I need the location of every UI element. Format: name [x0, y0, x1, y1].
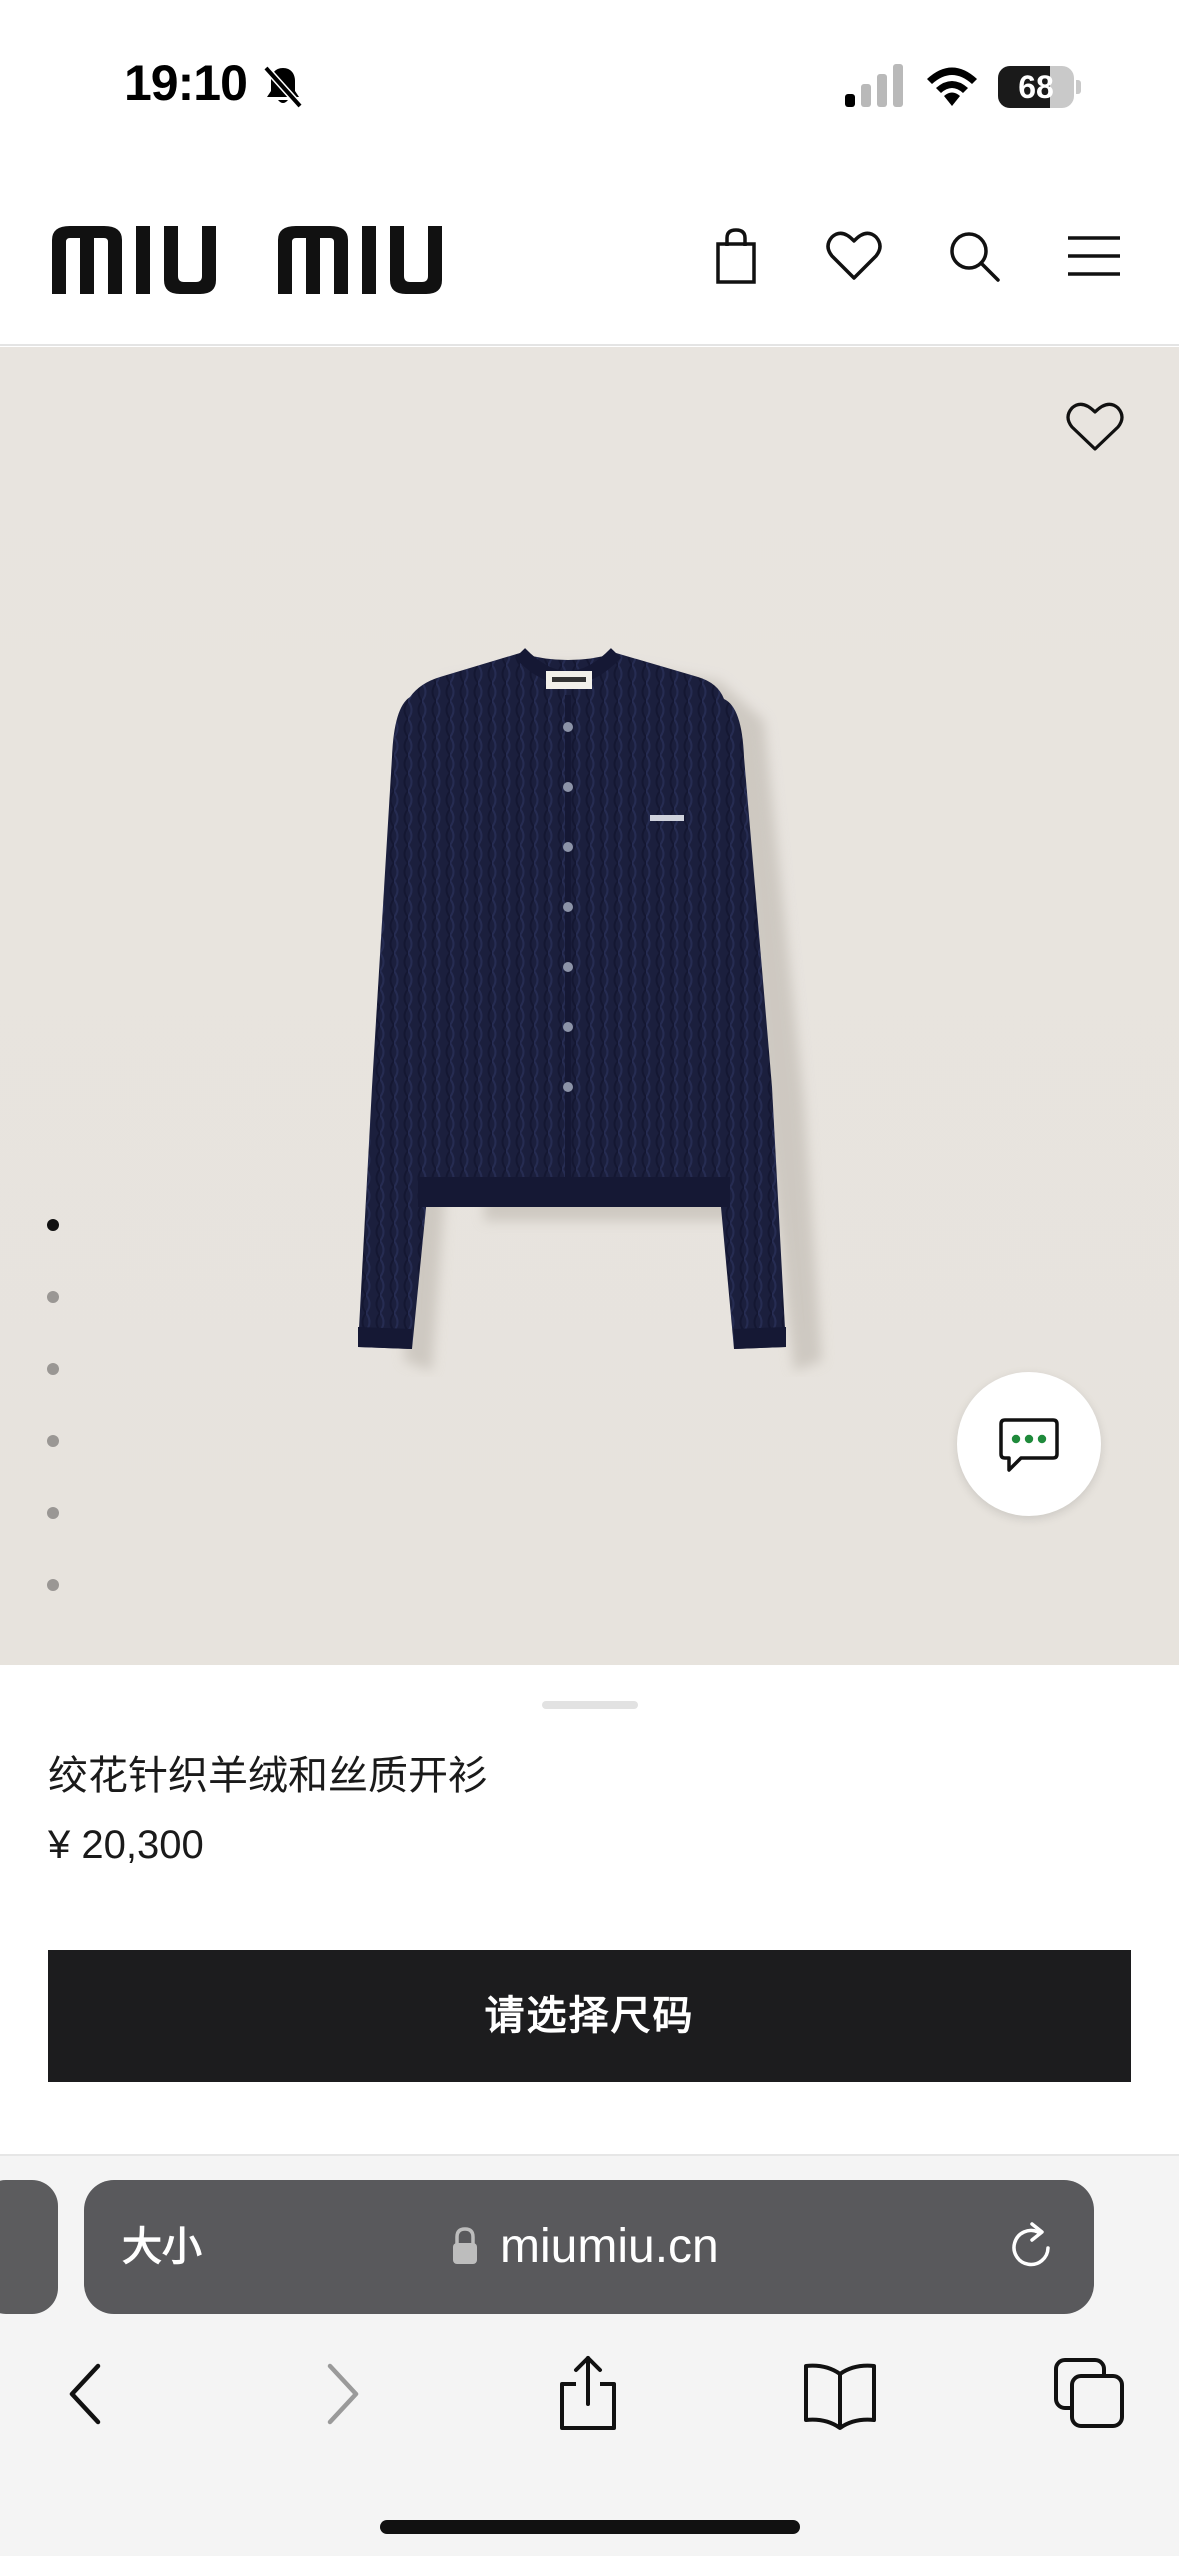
home-indicator	[380, 2520, 800, 2534]
text-size-button[interactable]: 大小	[122, 2180, 202, 2314]
sheet-grabber[interactable]	[542, 1701, 638, 1709]
add-to-wishlist-icon[interactable]	[1064, 399, 1126, 455]
reload-icon[interactable]	[1004, 2220, 1058, 2274]
heart-icon[interactable]	[822, 224, 886, 288]
site-header	[0, 170, 1179, 346]
product-name: 绞花针织羊绒和丝质开衫	[48, 1753, 488, 1799]
gallery-dot[interactable]	[47, 1507, 59, 1519]
status-time: 19:10	[124, 55, 248, 111]
product-info: 绞花针织羊绒和丝质开衫 ¥ 20,300 请选择尺码	[0, 1665, 1179, 2155]
share-icon[interactable]	[548, 2354, 628, 2434]
url-text: miumiu.cn	[500, 2220, 719, 2273]
status-bar: 19:10 68	[0, 0, 1179, 170]
forward-icon[interactable]	[300, 2354, 380, 2434]
gallery-dot[interactable]	[47, 1291, 59, 1303]
miu-miu-logo[interactable]	[52, 222, 502, 298]
lock-icon	[453, 2227, 477, 2264]
product-price: ¥ 20,300	[48, 1823, 204, 1867]
wifi-icon	[927, 67, 977, 106]
gallery-dot[interactable]	[47, 1435, 59, 1447]
gallery-dot[interactable]	[47, 1363, 59, 1375]
menu-icon[interactable]	[1062, 224, 1126, 288]
tabs-icon[interactable]	[1050, 2354, 1130, 2434]
gallery-dot[interactable]	[47, 1579, 59, 1591]
previous-tab-preview[interactable]	[0, 2180, 58, 2314]
select-size-button[interactable]: 请选择尺码	[48, 1950, 1131, 2082]
chat-bubble-icon	[999, 1418, 1059, 1472]
back-icon[interactable]	[48, 2354, 128, 2434]
gallery-dot[interactable]	[47, 1219, 59, 1231]
battery-icon: 68	[998, 66, 1081, 108]
address-bar[interactable]: 大小 miumiu.cn	[84, 2180, 1094, 2314]
chat-button[interactable]	[957, 1372, 1101, 1516]
search-icon[interactable]	[942, 224, 1006, 288]
shopping-bag-icon[interactable]	[704, 224, 768, 288]
browser-bottom-bar: 大小 miumiu.cn	[0, 2154, 1179, 2556]
product-image-gallery[interactable]	[0, 347, 1179, 1665]
bookmarks-icon[interactable]	[800, 2354, 880, 2434]
cellular-signal-icon	[845, 64, 903, 107]
bell-muted-icon	[263, 65, 303, 109]
battery-level: 68	[1018, 69, 1054, 105]
product-image-cardigan	[358, 648, 822, 1371]
gallery-pagination	[46, 1219, 62, 1591]
